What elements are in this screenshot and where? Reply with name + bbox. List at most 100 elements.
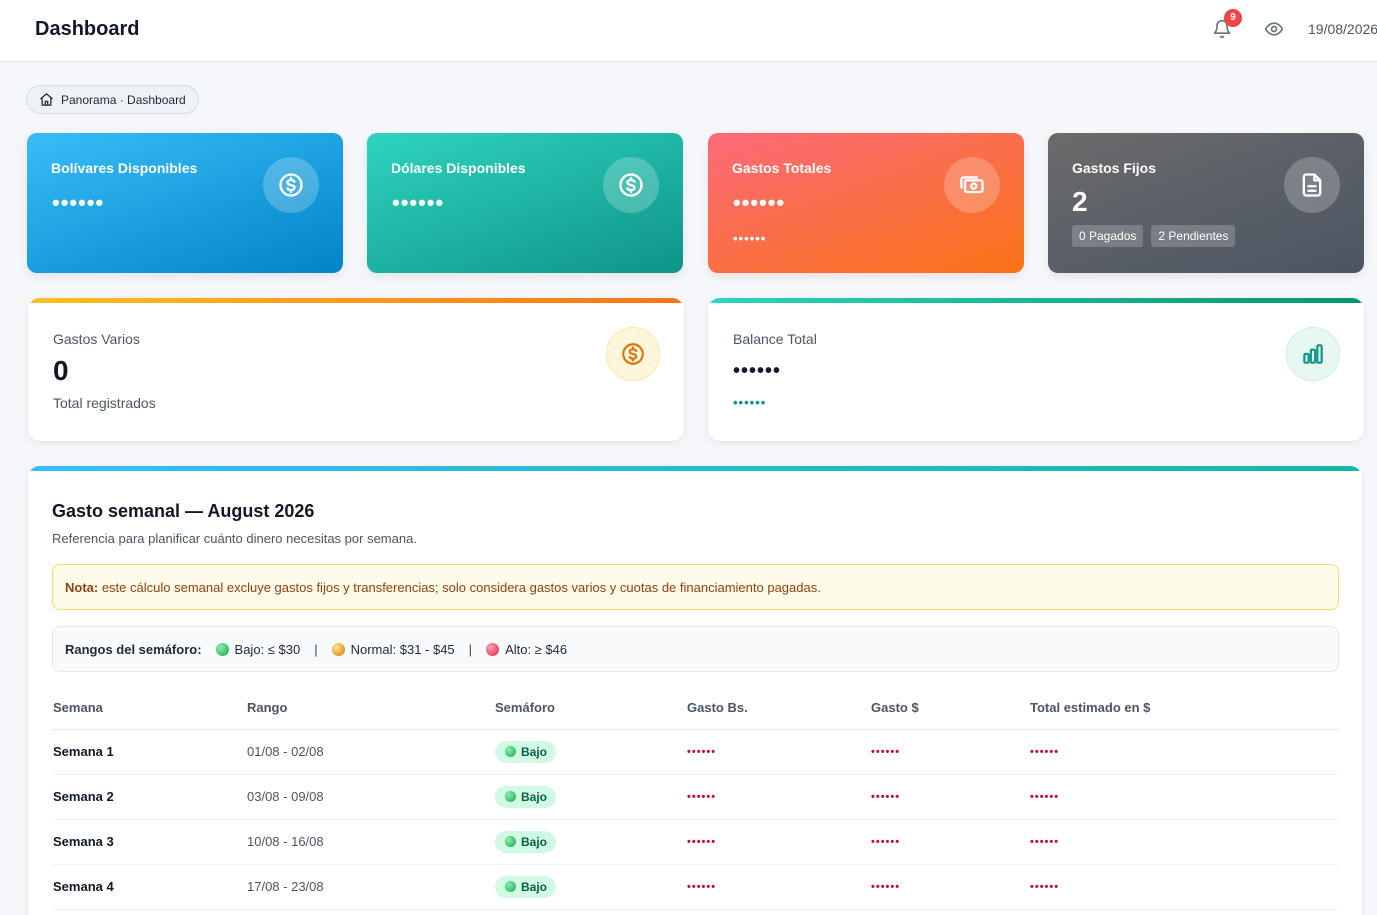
balance-total-card: Balance Total •••••• •••••• bbox=[708, 298, 1364, 441]
total-cell: •••••• bbox=[1029, 864, 1339, 910]
range-separator: | bbox=[468, 641, 473, 657]
range-normal: Normal: $31 - $45 bbox=[350, 641, 455, 657]
total-cell: •••••• bbox=[1029, 774, 1339, 820]
weekly-spending-card: Gasto semanal — August 2026 Referencia p… bbox=[28, 466, 1362, 915]
stat-card-gastos-totales: Gastos Totales •••••• •••••• bbox=[708, 133, 1024, 273]
stat-value-hidden: •••••• bbox=[733, 190, 786, 215]
weekly-note: Nota: este cálculo semanal excluye gasto… bbox=[52, 564, 1339, 610]
week-cell: Semana 2 bbox=[52, 774, 246, 820]
red-dot-icon bbox=[486, 642, 500, 656]
green-dot-icon bbox=[505, 881, 516, 892]
status-badge: Bajo bbox=[495, 785, 557, 808]
bs-cell: •••••• bbox=[686, 774, 870, 820]
table-row: Semana 3 10/08 - 16/08 Bajo •••••• •••••… bbox=[52, 819, 1339, 865]
stat-card-dolares: Dólares Disponibles •••••• bbox=[367, 133, 683, 273]
green-dot-icon bbox=[505, 746, 516, 757]
stat-value-hidden: •••••• bbox=[392, 190, 445, 215]
card-value-hidden: •••••• bbox=[733, 360, 782, 382]
card-label: Balance Total bbox=[733, 331, 817, 347]
current-date: 19/08/2026 bbox=[1308, 21, 1377, 37]
usd-cell: •••••• bbox=[870, 729, 1029, 775]
table-row: Semana 1 01/08 - 02/08 Bajo •••••• •••••… bbox=[52, 729, 1339, 775]
weekly-title: Gasto semanal — August 2026 bbox=[52, 501, 315, 521]
range-cell: 17/08 - 23/08 bbox=[246, 864, 494, 910]
status-cell: Bajo bbox=[494, 729, 686, 775]
column-header: Semáforo bbox=[494, 686, 686, 730]
breadcrumb[interactable]: Panorama · Dashboard bbox=[26, 85, 199, 114]
card-label: Gastos Varios bbox=[53, 331, 140, 347]
stat-value-hidden: •••••• bbox=[52, 190, 105, 215]
breadcrumb-label: Panorama · Dashboard bbox=[61, 92, 186, 107]
ranges-title: Rangos del semáforo: bbox=[65, 641, 202, 657]
column-header: Semana bbox=[52, 686, 246, 730]
range-cell: 03/08 - 09/08 bbox=[246, 774, 494, 820]
bs-cell: •••••• bbox=[686, 729, 870, 775]
document-icon bbox=[1284, 157, 1340, 213]
status-label: Bajo bbox=[521, 789, 548, 804]
table-row: Semana 4 17/08 - 23/08 Bajo •••••• •••••… bbox=[52, 864, 1339, 910]
paid-chip: 0 Pagados bbox=[1072, 225, 1144, 247]
stat-label: Gastos Totales bbox=[732, 160, 832, 176]
coin-icon bbox=[606, 327, 660, 381]
page-title: Dashboard bbox=[35, 18, 140, 40]
status-label: Bajo bbox=[521, 744, 548, 759]
card-secondary-hidden: •••••• bbox=[733, 395, 767, 410]
status-badge: Bajo bbox=[495, 875, 557, 898]
status-label: Bajo bbox=[521, 834, 548, 849]
weekly-description: Referencia para planificar cuánto dinero… bbox=[52, 531, 417, 546]
stat-label: Gastos Fijos bbox=[1072, 160, 1157, 176]
green-dot-icon bbox=[215, 642, 229, 656]
yellow-dot-icon bbox=[331, 642, 345, 656]
total-cell: •••••• bbox=[1029, 729, 1339, 775]
bar-chart-icon bbox=[1286, 327, 1340, 381]
weekly-table: Semana Rango Semáforo Gasto Bs. Gasto $ … bbox=[52, 686, 1339, 910]
status-cell: Bajo bbox=[494, 774, 686, 820]
status-cell: Bajo bbox=[494, 819, 686, 865]
status-label: Bajo bbox=[521, 879, 548, 894]
status-badge: Bajo bbox=[495, 740, 557, 763]
range-high: Alto: ≥ $46 bbox=[505, 641, 568, 657]
week-cell: Semana 3 bbox=[52, 819, 246, 865]
week-cell: Semana 1 bbox=[52, 729, 246, 775]
range-cell: 10/08 - 16/08 bbox=[246, 819, 494, 865]
table-header-row: Semana Rango Semáforo Gasto Bs. Gasto $ … bbox=[52, 686, 1339, 730]
dollar-circle-icon bbox=[263, 157, 319, 213]
green-dot-icon bbox=[505, 836, 516, 847]
notification-count-badge: 9 bbox=[1224, 9, 1242, 27]
usd-cell: •••••• bbox=[870, 774, 1029, 820]
pending-chip: 2 Pendientes bbox=[1151, 225, 1236, 247]
table-row: Semana 2 03/08 - 09/08 Bajo •••••• •••••… bbox=[52, 774, 1339, 820]
week-cell: Semana 4 bbox=[52, 864, 246, 910]
status-cell: Bajo bbox=[494, 864, 686, 910]
bs-cell: •••••• bbox=[686, 864, 870, 910]
stat-value: 2 bbox=[1072, 186, 1088, 217]
card-value: 0 bbox=[53, 355, 69, 386]
home-icon bbox=[40, 93, 53, 106]
semaphore-ranges: Rangos del semáforo: Bajo: ≤ $30 | Norma… bbox=[52, 626, 1339, 672]
bs-cell: •••••• bbox=[686, 819, 870, 865]
top-bar: Dashboard 9 19/08/2026 bbox=[0, 0, 1377, 62]
eye-icon[interactable] bbox=[1263, 19, 1285, 39]
stat-secondary-hidden: •••••• bbox=[733, 231, 767, 246]
note-text: este cálculo semanal excluye gastos fijo… bbox=[98, 580, 821, 595]
column-header: Rango bbox=[246, 686, 494, 730]
cash-icon bbox=[944, 157, 1000, 213]
range-cell: 01/08 - 02/08 bbox=[246, 729, 494, 775]
status-badge: Bajo bbox=[495, 830, 557, 853]
gastos-varios-card: Gastos Varios 0 Total registrados bbox=[28, 298, 684, 441]
stat-label: Bolívares Disponibles bbox=[51, 160, 198, 176]
total-cell: •••••• bbox=[1029, 819, 1339, 865]
range-separator: | bbox=[314, 641, 318, 657]
column-header: Total estimado en $ bbox=[1029, 686, 1339, 730]
range-low: Bajo: ≤ $30 bbox=[234, 641, 301, 657]
column-header: Gasto $ bbox=[870, 686, 1029, 730]
stat-card-bolivares: Bolívares Disponibles •••••• bbox=[27, 133, 343, 273]
column-header: Gasto Bs. bbox=[686, 686, 870, 730]
note-label: Nota: bbox=[65, 580, 99, 595]
green-dot-icon bbox=[505, 791, 516, 802]
stat-label: Dólares Disponibles bbox=[391, 160, 526, 176]
usd-cell: •••••• bbox=[870, 819, 1029, 865]
usd-cell: •••••• bbox=[870, 864, 1029, 910]
card-subtitle: Total registrados bbox=[53, 395, 156, 411]
stat-card-gastos-fijos: Gastos Fijos 2 0 Pagados 2 Pendientes bbox=[1048, 133, 1364, 273]
